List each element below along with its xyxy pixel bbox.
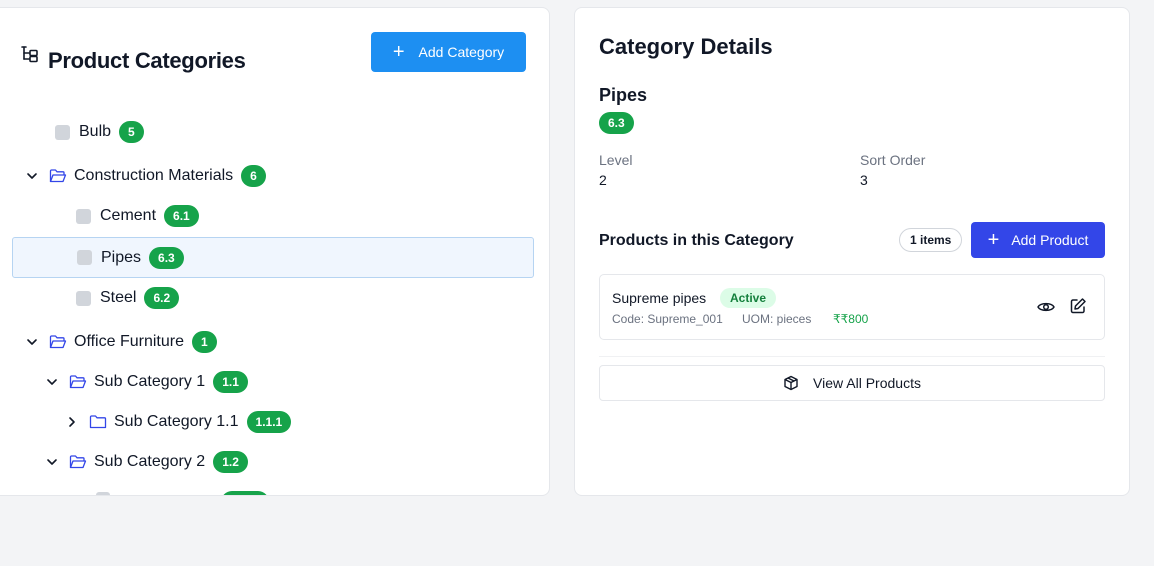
box-icon (783, 375, 799, 391)
tree-item-bulb[interactable]: Bulb 5 (55, 116, 144, 148)
tree-item-label: Sub Category 1.1 (114, 413, 239, 430)
edit-icon[interactable] (1068, 296, 1088, 316)
category-code-badge: 1 (191, 331, 217, 353)
tree-item-sub-category-1[interactable]: Sub Category 1 1.1 (45, 366, 248, 398)
items-count-badge: 1 items (899, 228, 963, 252)
products-section-title: Products in this Category (599, 232, 794, 249)
category-code-badge: 6.3 (599, 112, 634, 134)
category-code-badge (221, 491, 269, 495)
level-value: 2 (599, 172, 607, 188)
tree-item-label: Sub Category 2 (94, 453, 206, 470)
category-code-badge: 6.1 (164, 205, 199, 227)
panel-header: Product Categories + Add Category (0, 8, 549, 98)
product-uom: UOM: pieces (742, 312, 812, 326)
page-title: Product Categories (48, 48, 246, 73)
chevron-down-icon[interactable] (25, 169, 39, 183)
tree-item-label: Cement (100, 207, 157, 224)
product-code: Code: Supreme_001 (612, 312, 723, 326)
product-row[interactable]: Supreme pipes Active Code: Supreme_001 U… (599, 274, 1105, 340)
chevron-down-icon[interactable] (25, 335, 39, 349)
folder-open-icon (49, 168, 67, 184)
add-product-button[interactable]: + Add Product (971, 222, 1105, 258)
leaf-icon (77, 250, 92, 265)
folder-open-icon (49, 334, 67, 350)
plus-icon: + (392, 41, 405, 63)
category-code-badge: 5 (119, 121, 144, 143)
leaf-icon (96, 492, 110, 495)
level-label: Level (599, 152, 633, 168)
view-all-products-button[interactable]: View All Products (599, 365, 1105, 401)
leaf-icon (76, 290, 91, 306)
view-all-label: View All Products (813, 375, 921, 391)
category-tree-panel: Product Categories + Add Category Bulb 5… (0, 7, 550, 496)
tree-item-pipes[interactable]: Pipes 6.3 (12, 237, 534, 278)
category-code-badge: 6 (241, 165, 266, 187)
tree-item-steel[interactable]: Steel 6.2 (76, 282, 180, 314)
eye-icon[interactable] (1036, 297, 1056, 317)
category-details-panel: Category Details Pipes 6.3 Level 2 Sort … (574, 7, 1130, 496)
tree-item-sub-category-1-1[interactable]: Sub Category 1.1 1.1.1 (65, 406, 292, 438)
product-price: ₹₹800 (833, 312, 869, 326)
plus-icon: + (987, 229, 1000, 251)
tree-item-office-furniture[interactable]: Office Furniture 1 (25, 326, 217, 358)
leaf-icon (55, 124, 70, 140)
category-code-badge: 1.1 (213, 371, 248, 393)
add-product-label: Add Product (1011, 232, 1089, 248)
tree-item-construction-materials[interactable]: Construction Materials 6 (25, 160, 266, 192)
chevron-down-icon[interactable] (45, 455, 59, 469)
category-code-badge: 1.1.1 (246, 411, 292, 433)
sort-order-value: 3 (860, 172, 868, 188)
status-badge: Active (720, 288, 777, 308)
chevron-right-icon[interactable] (65, 415, 79, 429)
tree-item-cement[interactable]: Cement 6.1 (76, 200, 199, 232)
tree-item-label: Steel (100, 289, 137, 306)
product-name: Supreme pipes (612, 290, 707, 306)
folder-open-icon (69, 374, 87, 390)
tree-item-label: Pipes (101, 248, 142, 266)
add-category-button[interactable]: + Add Category (371, 32, 526, 72)
tree-item-label: Office Furniture (74, 333, 184, 350)
sort-order-label: Sort Order (860, 152, 926, 168)
tree-item-label: Bulb (79, 123, 112, 140)
divider (599, 356, 1105, 357)
leaf-icon (76, 208, 91, 224)
add-category-label: Add Category (418, 44, 505, 60)
category-name: Pipes (599, 85, 648, 105)
category-code-badge: 6.2 (144, 287, 180, 309)
details-title: Category Details (599, 34, 773, 59)
folder-icon (89, 414, 107, 430)
category-code-badge: 1.2 (213, 451, 248, 473)
category-code-badge: 6.3 (149, 246, 184, 269)
chevron-down-icon[interactable] (45, 375, 59, 389)
tree-item-label: Construction Materials (74, 167, 234, 184)
tree-item-sub-category-2[interactable]: Sub Category 2 1.2 (45, 446, 248, 478)
category-code-badge-text: 6.3 (599, 112, 634, 134)
folder-open-icon (69, 454, 87, 470)
tree-item-label: Sub Category 1 (94, 373, 206, 390)
tree-structure-icon (20, 44, 40, 64)
